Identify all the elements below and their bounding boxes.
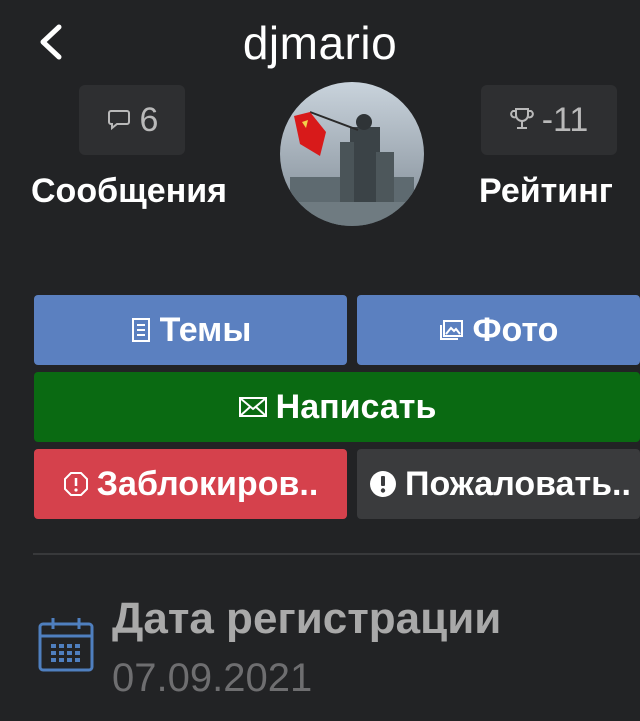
block-button-label: Заблокиров..	[96, 464, 319, 503]
report-button-label: Пожаловать..	[405, 464, 631, 503]
topics-button[interactable]: Темы	[34, 295, 347, 365]
message-icon	[107, 110, 130, 131]
topics-button-label: Темы	[159, 310, 252, 349]
report-button[interactable]: Пожаловать..	[357, 449, 640, 519]
block-button[interactable]: Заблокиров..	[34, 449, 347, 519]
photo-button[interactable]: Фото	[357, 295, 640, 365]
page-title: djmario	[242, 17, 398, 69]
registration-date-label: Дата регистрации	[112, 594, 502, 643]
avatar-image	[280, 82, 424, 226]
alert-icon	[369, 470, 397, 498]
registration-date-value: 07.09.2021	[112, 656, 313, 700]
document-icon	[130, 317, 152, 343]
rating-label: Рейтинг	[479, 172, 613, 210]
avatar[interactable]	[280, 82, 424, 226]
write-message-button-label: Написать	[275, 387, 437, 426]
image-icon	[439, 318, 465, 342]
rating-value: -11	[541, 100, 589, 139]
messages-count: 6	[139, 100, 159, 139]
photo-button-label: Фото	[472, 310, 559, 349]
block-icon	[63, 471, 89, 497]
messages-count-badge[interactable]: 6	[79, 85, 185, 155]
envelope-icon	[238, 396, 268, 418]
calendar-icon	[37, 616, 95, 679]
section-divider	[33, 553, 640, 555]
rating-badge[interactable]: -11	[481, 85, 617, 155]
write-message-button[interactable]: Написать	[34, 372, 640, 442]
messages-label: Сообщения	[31, 172, 227, 210]
trophy-icon	[509, 108, 534, 129]
